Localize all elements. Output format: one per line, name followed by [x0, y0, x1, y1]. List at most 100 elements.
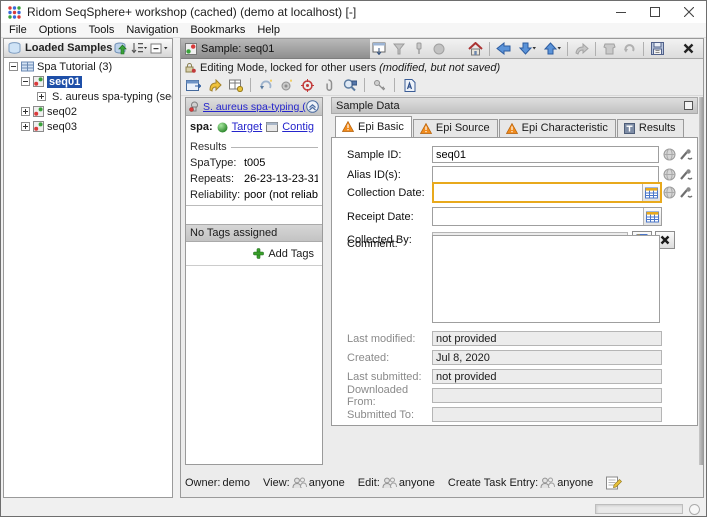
search-lock-icon [343, 79, 357, 92]
table-edit-button[interactable] [227, 77, 244, 93]
edit-permissions-icon[interactable] [606, 476, 622, 490]
panel-splitter[interactable] [699, 97, 703, 465]
auto-assign-icon [280, 79, 294, 92]
spa-typing-panel-title[interactable]: S. aureus spa-typing (seq01) [203, 101, 306, 113]
collapse-toggle-icon[interactable] [21, 77, 30, 86]
reprocess-icon [259, 79, 273, 92]
tab-epi-basic[interactable]: Epi Basic [335, 116, 412, 137]
collapse-panel-icon[interactable] [306, 100, 319, 113]
collection-date-label: Collection Date: [347, 187, 431, 199]
export-button[interactable] [206, 77, 223, 93]
collapse-toggle-icon[interactable] [9, 62, 18, 71]
tab-epi-source-label[interactable]: Epi Source [436, 122, 490, 134]
sample-icon [33, 106, 44, 117]
epi-basic-form: Sample ID: Alias ID(s): [331, 137, 698, 426]
filter-button[interactable] [390, 41, 407, 57]
downloaded-from-value [432, 388, 662, 403]
add-tags-row[interactable]: Add Tags [186, 242, 322, 266]
minimize-panel-icon[interactable] [684, 101, 693, 110]
record-button[interactable] [430, 41, 447, 57]
results-table-icon [624, 123, 635, 134]
reprocess-button[interactable] [257, 77, 274, 93]
tree-node-seq01[interactable]: seq01 [4, 75, 172, 88]
up-arrow-icon [541, 42, 561, 55]
modify-field-icon[interactable] [679, 187, 693, 199]
collection-date-input[interactable] [434, 184, 642, 201]
sample-id-input[interactable] [432, 146, 659, 163]
close-button[interactable] [672, 1, 706, 23]
tab-epi-source[interactable]: Epi Source [413, 119, 498, 137]
menu-navigation[interactable]: Navigation [120, 23, 184, 38]
tree-node-seq03-label[interactable]: seq03 [47, 121, 77, 133]
tree-node-root-label[interactable]: Spa Tutorial (3) [37, 61, 112, 73]
target-scan-button[interactable] [299, 77, 316, 93]
owner-label: Owner: [185, 477, 220, 489]
report-button[interactable] [401, 77, 418, 93]
up-history-button[interactable] [540, 41, 562, 57]
snapshot-button[interactable] [185, 77, 202, 93]
down-history-button[interactable] [515, 41, 537, 57]
tree-node-spa-typing[interactable]: S. aureus spa-typing (seq01) [4, 90, 172, 103]
attachment-button[interactable] [320, 77, 337, 93]
back-button[interactable] [495, 41, 512, 57]
tree-node-spa-typing-label[interactable]: S. aureus spa-typing (seq01) [52, 91, 173, 103]
globe-icon[interactable] [663, 186, 676, 199]
warning-icon [420, 123, 432, 134]
expand-toggle-icon[interactable] [37, 92, 46, 101]
collapse-all-icon[interactable] [150, 42, 168, 55]
load-samples-icon[interactable] [114, 42, 128, 55]
auto-assign-button[interactable] [278, 77, 295, 93]
pin-button[interactable] [410, 41, 427, 57]
down-arrow-icon [516, 42, 536, 55]
close-view-icon [683, 43, 694, 54]
tree-node-seq02-label[interactable]: seq02 [47, 106, 77, 118]
tree-node-seq02[interactable]: seq02 [4, 105, 172, 118]
alias-ids-input[interactable] [432, 166, 659, 183]
modify-field-icon[interactable] [679, 149, 693, 161]
tab-epi-characteristic[interactable]: Epi Characteristic [499, 119, 616, 137]
reload-button[interactable] [621, 41, 638, 57]
contig-link[interactable]: Contig [282, 121, 314, 133]
expand-toggle-icon[interactable] [21, 122, 30, 131]
menu-bookmarks[interactable]: Bookmarks [184, 23, 251, 38]
expand-toggle-icon[interactable] [21, 107, 30, 116]
globe-icon[interactable] [663, 168, 676, 181]
receipt-date-input[interactable] [433, 208, 643, 225]
tab-epi-basic-label[interactable]: Epi Basic [358, 121, 404, 133]
owner-value: demo [222, 477, 250, 489]
filter-icon [393, 43, 405, 55]
modify-field-icon[interactable] [679, 169, 693, 181]
edit-label: Edit: [358, 477, 380, 489]
view-label: View: [263, 477, 290, 489]
search-lock-button[interactable] [341, 77, 358, 93]
collection-date-calendar-button[interactable] [642, 184, 660, 201]
tab-results-label[interactable]: Results [639, 122, 676, 134]
add-tags-label[interactable]: Add Tags [268, 248, 314, 260]
close-view-button[interactable] [680, 41, 697, 57]
status-sphere-icon [217, 122, 228, 133]
home-button[interactable] [467, 41, 484, 57]
menu-options[interactable]: Options [33, 23, 83, 38]
sort-icon[interactable] [131, 42, 147, 55]
signature-button[interactable] [371, 77, 388, 93]
forward-button[interactable] [573, 41, 590, 57]
maximize-button[interactable] [638, 1, 672, 23]
tree-node-seq01-label[interactable]: seq01 [47, 76, 82, 88]
keep-window-button[interactable] [370, 41, 387, 57]
menu-tools[interactable]: Tools [83, 23, 121, 38]
tree-node-root[interactable]: Spa Tutorial (3) [4, 60, 172, 73]
tree-node-seq03[interactable]: seq03 [4, 120, 172, 133]
tab-epi-characteristic-label[interactable]: Epi Characteristic [522, 122, 608, 134]
comment-textarea[interactable] [432, 235, 660, 323]
save-button[interactable] [649, 41, 666, 57]
last-submitted-value: not provided [432, 369, 662, 384]
compare-button[interactable] [601, 41, 618, 57]
receipt-date-calendar-button[interactable] [643, 208, 661, 225]
menu-file[interactable]: File [1, 23, 33, 38]
target-link[interactable]: Target [232, 121, 263, 133]
globe-icon[interactable] [663, 148, 676, 161]
menu-help[interactable]: Help [251, 23, 286, 38]
tab-results[interactable]: Results [617, 119, 684, 137]
warning-icon [506, 123, 518, 134]
minimize-button[interactable] [604, 1, 638, 23]
